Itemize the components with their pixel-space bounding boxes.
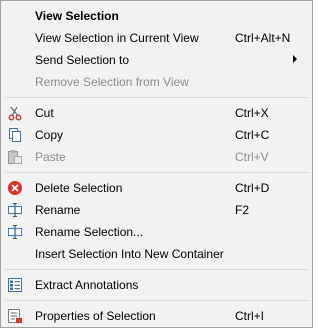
menu-separator (5, 172, 308, 173)
menu-item-label: Properties of Selection (35, 309, 156, 323)
menu-separator (5, 300, 308, 301)
menu-item-insert-selection-new-container[interactable]: Insert Selection Into New Container (1, 243, 312, 265)
paste-icon (7, 149, 23, 165)
menu-item-shortcut: Ctrl+I (235, 309, 265, 323)
menu-item-label: Insert Selection Into New Container (35, 247, 224, 261)
menu-item-shortcut: F2 (235, 203, 250, 217)
annotations-icon (7, 277, 23, 293)
rename-icon (7, 202, 23, 218)
menu-item-shortcut: Ctrl+Alt+N (235, 31, 291, 45)
menu-item-label: View Selection in Current View (35, 31, 199, 45)
scissors-icon (7, 105, 23, 121)
menu-item-extract-annotations[interactable]: Extract Annotations (1, 274, 312, 296)
menu-item-properties-of-selection[interactable]: Properties of Selection Ctrl+I (1, 305, 312, 327)
rename-icon (7, 224, 23, 240)
menu-item-view-selection[interactable]: View Selection (1, 5, 312, 27)
menu-item-shortcut: Ctrl+C (235, 128, 270, 142)
menu-item-cut[interactable]: Cut Ctrl+X (1, 102, 312, 124)
menu-item-label: Cut (35, 106, 54, 120)
menu-item-rename[interactable]: Rename F2 (1, 199, 312, 221)
menu-item-paste: Paste Ctrl+V (1, 146, 312, 168)
menu-item-shortcut: Ctrl+V (235, 150, 269, 164)
submenu-arrow-icon (293, 55, 297, 63)
delete-icon (7, 180, 23, 196)
menu-item-send-selection-to[interactable]: Send Selection to (1, 49, 312, 71)
menu-item-label: Rename Selection... (35, 225, 144, 239)
menu-item-label: Rename (35, 203, 81, 217)
menu-item-rename-selection[interactable]: Rename Selection... (1, 221, 312, 243)
menu-item-copy[interactable]: Copy Ctrl+C (1, 124, 312, 146)
copy-icon (7, 127, 23, 143)
menu-item-remove-selection: Remove Selection from View (1, 71, 312, 93)
menu-item-label: Copy (35, 128, 64, 142)
context-menu: View Selection View Selection in Current… (0, 0, 313, 328)
menu-item-label: Paste (35, 150, 66, 164)
properties-icon (7, 308, 23, 324)
menu-item-label: View Selection (35, 9, 119, 23)
menu-separator (5, 97, 308, 98)
menu-item-label: Delete Selection (35, 181, 123, 195)
menu-item-label: Send Selection to (35, 53, 130, 67)
menu-item-shortcut: Ctrl+X (235, 106, 269, 120)
menu-item-label: Extract Annotations (35, 278, 139, 292)
menu-item-shortcut: Ctrl+D (235, 181, 270, 195)
menu-item-view-selection-current-view[interactable]: View Selection in Current View Ctrl+Alt+… (1, 27, 312, 49)
menu-item-delete-selection[interactable]: Delete Selection Ctrl+D (1, 177, 312, 199)
menu-item-label: Remove Selection from View (35, 75, 189, 89)
menu-separator (5, 269, 308, 270)
